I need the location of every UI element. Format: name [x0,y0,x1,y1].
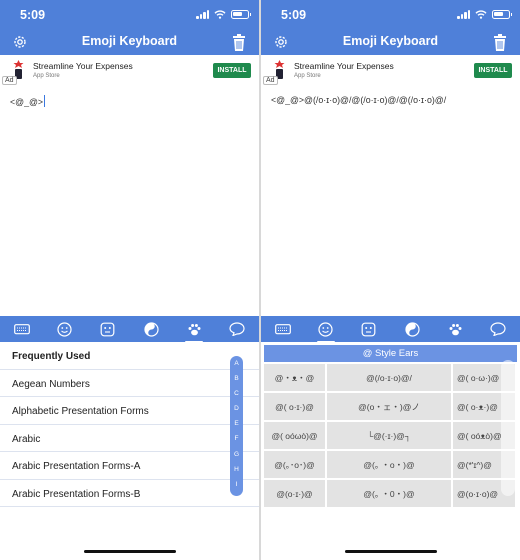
emoticon-cell[interactable]: @( oóωò)@ [264,422,325,449]
ad-badge: Ad [2,76,17,85]
wifi-icon [214,10,226,19]
signal-icon [457,10,470,19]
input-text: <@_@> [10,97,44,107]
home-indicator[interactable] [84,550,176,553]
install-button[interactable]: INSTALL [213,63,251,78]
paw-icon [449,323,462,335]
status-time: 5:09 [281,8,307,22]
list-item[interactable]: Arabic Presentation Forms-A [0,452,259,480]
emoticon-cell[interactable]: @(o·ɪ·)@ [264,480,325,507]
emoticon-cell[interactable]: @(｡･o･)@ [264,451,325,478]
robot-face-icon [100,322,115,336]
tab-chat[interactable] [226,318,248,340]
emoticon-cell[interactable]: @・ᴥ・@ [264,364,325,391]
status-icons [457,10,512,19]
category-list: Frequently Used Aegean Numbers Alphabeti… [0,342,259,507]
emoticon-grid: @・ᴥ・@ @(/o·ɪ·o)@/ @( o·ω·)@ @( o·ɪ·)@ @(… [264,364,517,508]
list-item[interactable]: Aegean Numbers [0,370,259,397]
index-letter[interactable]: B [230,371,243,386]
index-letter[interactable]: H [230,462,243,477]
tab-robot[interactable] [97,318,119,340]
yin-yang-icon [404,321,420,337]
left-screen: 5:09 Emoji Keyboard Ad Streamline Your E… [0,0,259,560]
ad-banner[interactable]: Ad Streamline Your Expenses App Store IN… [0,55,259,89]
index-letter[interactable]: F [230,431,243,446]
ad-source: App Store [294,73,321,79]
tab-animals[interactable] [183,318,205,343]
status-icons [196,10,251,19]
category-tab-bar [261,316,520,343]
chat-bubble-icon [229,322,245,336]
nav-title: Emoji Keyboard [342,34,439,48]
list-item[interactable]: Frequently Used [0,342,259,370]
alphabet-index[interactable]: A B C D E F G H I K [230,356,243,503]
index-letter[interactable]: I [230,477,243,492]
tab-symbols[interactable] [401,318,423,340]
signal-icon [196,10,209,19]
index-letter[interactable]: A [230,356,243,371]
text-cursor [44,95,46,107]
tab-keyboard[interactable] [272,318,294,340]
paw-icon [188,323,201,335]
trash-icon[interactable] [490,32,510,52]
status-bar: 5:09 [261,0,520,28]
tab-chat[interactable] [487,318,509,340]
list-item[interactable]: Alphabetic Presentation Forms [0,397,259,425]
robot-face-icon [361,322,376,336]
tab-smileys[interactable] [54,318,76,340]
emoticon-cell[interactable]: └@(·ɪ·)@┐ [327,422,451,449]
tab-robot[interactable] [358,318,380,340]
index-letter[interactable]: E [230,416,243,431]
emoticon-cell[interactable]: @( o·ɪ·)@ [264,393,325,420]
emoticon-cell[interactable]: @(/o·ɪ·o)@/ [327,364,451,391]
input-text: <@_@>@(/o·ɪ·o)@/@(/o·ɪ·o)@/@(/o·ɪ·o)@/ [271,95,447,105]
index-letter[interactable]: K [230,492,243,507]
nav-bar: Emoji Keyboard [0,28,259,55]
smiley-icon [318,321,333,337]
emoticon-cell[interactable]: @(｡ ・0・)@ [327,480,451,507]
chat-bubble-icon [490,322,506,336]
install-button[interactable]: INSTALL [474,63,512,78]
list-item[interactable]: Arabic [0,425,259,452]
section-title: @ Style Ears [264,345,517,362]
nav-bar: Emoji Keyboard [261,28,520,55]
right-screen: 5:09 Emoji Keyboard Ad Streamline Your E… [261,0,520,560]
status-time: 5:09 [20,8,46,22]
ad-badge: Ad [263,76,278,85]
tab-smileys[interactable] [315,318,337,343]
trash-icon[interactable] [229,32,249,52]
yin-yang-icon [143,321,159,337]
nav-title: Emoji Keyboard [81,34,178,48]
battery-icon [492,10,512,19]
ad-title: Streamline Your Expenses [33,61,133,71]
scroll-index-overlay[interactable] [501,360,515,496]
tab-symbols[interactable] [140,318,162,340]
list-item[interactable]: Arabic Presentation Forms-B [0,480,259,507]
text-input[interactable]: <@_@> [10,95,251,107]
ad-banner[interactable]: Ad Streamline Your Expenses App Store IN… [261,55,520,89]
text-input[interactable]: <@_@>@(/o·ɪ·o)@/@(/o·ɪ·o)@/@(/o·ɪ·o)@/ [271,95,512,105]
smiley-icon [57,321,72,337]
ad-title: Streamline Your Expenses [294,61,394,71]
tab-animals[interactable] [444,318,466,340]
ad-source: App Store [33,73,60,79]
tab-keyboard[interactable] [11,318,33,340]
wifi-icon [475,10,487,19]
home-indicator[interactable] [345,550,437,553]
category-tab-bar [0,316,259,343]
index-letter[interactable]: D [230,401,243,416]
status-bar: 5:09 [0,0,259,28]
index-letter[interactable]: G [230,447,243,462]
keyboard-icon [13,324,30,335]
index-letter[interactable]: C [230,386,243,401]
emoticon-cell[interactable]: @(｡ ・o・)@ [327,451,451,478]
battery-icon [231,10,251,19]
keyboard-icon [274,324,291,335]
emoticon-cell[interactable]: @(o・ェ・)@ノ [327,393,451,420]
